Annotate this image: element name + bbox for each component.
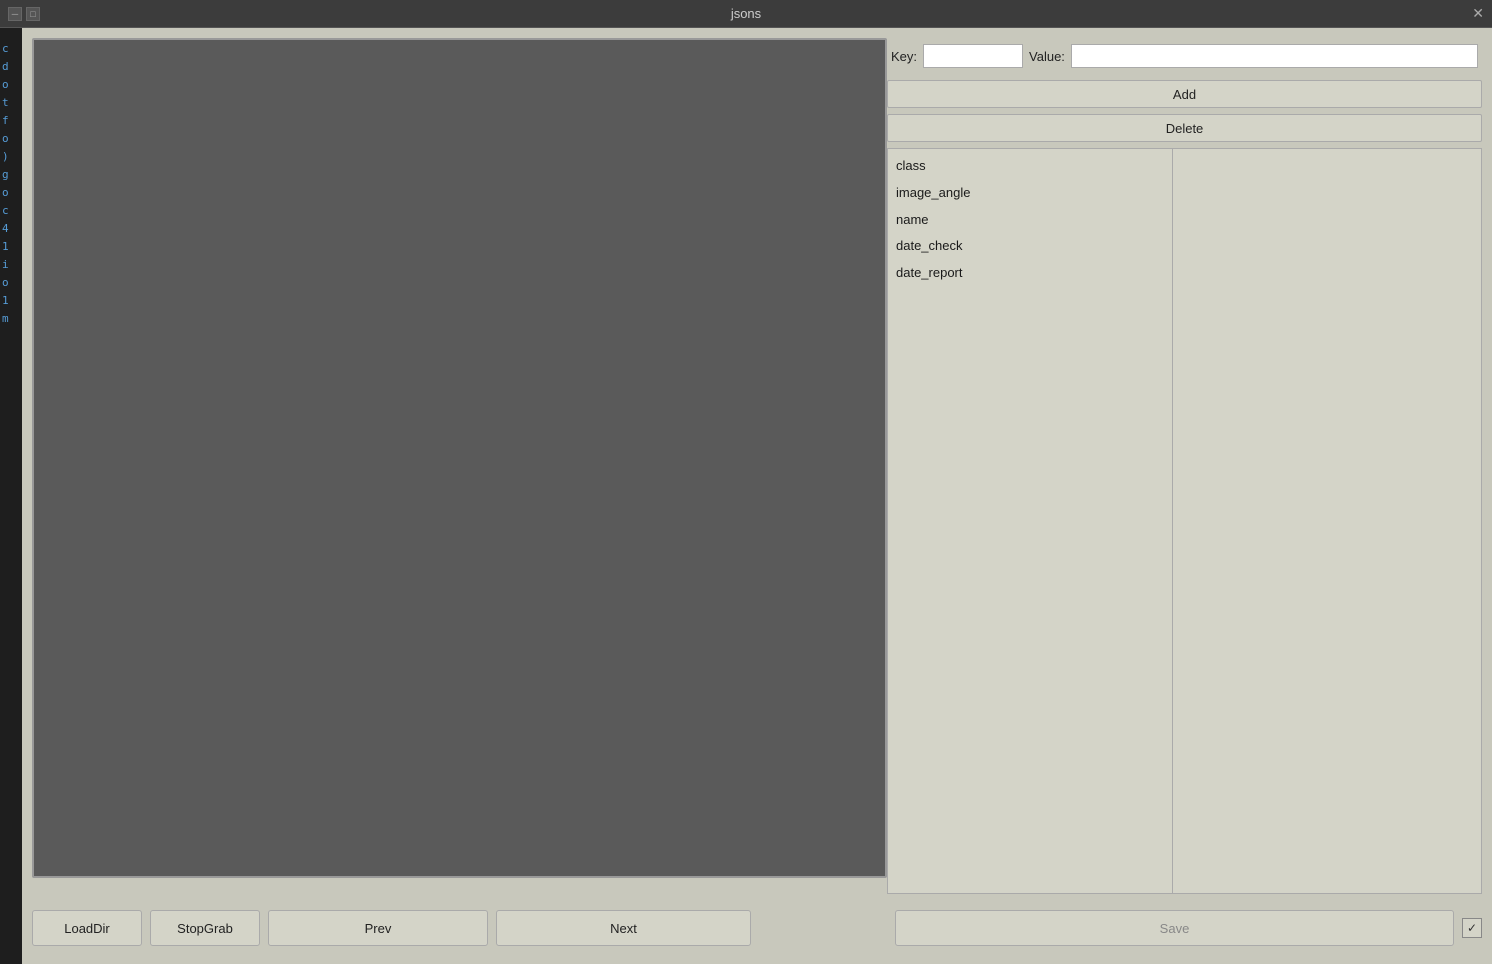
outer-layout: Key: Value: Add Delete classimage_anglen… bbox=[32, 38, 1482, 894]
maximize-button[interactable]: □ bbox=[26, 7, 40, 21]
value-label: Value: bbox=[1029, 49, 1065, 64]
kv-row: Key: Value: bbox=[887, 38, 1482, 74]
value-input[interactable] bbox=[1071, 44, 1478, 68]
next-button[interactable]: Next bbox=[496, 910, 751, 946]
window-title: jsons bbox=[731, 6, 761, 21]
left-section bbox=[32, 38, 887, 894]
list-item[interactable]: date_check bbox=[888, 233, 1172, 260]
title-bar: ─ □ jsons ✕ bbox=[0, 0, 1492, 28]
right-bottom-buttons: Save ✓ bbox=[895, 910, 1482, 946]
delete-button[interactable]: Delete bbox=[887, 114, 1482, 142]
add-button[interactable]: Add bbox=[887, 80, 1482, 108]
left-bottom-buttons: LoadDir StopGrab Prev Next bbox=[32, 910, 887, 946]
keys-list: classimage_anglenamedate_checkdate_repor… bbox=[888, 149, 1173, 893]
list-item[interactable]: class bbox=[888, 153, 1172, 180]
values-panel bbox=[1173, 149, 1481, 893]
bottom-row: LoadDir StopGrab Prev Next Save ✓ bbox=[32, 902, 1482, 954]
save-checkbox[interactable]: ✓ bbox=[1462, 918, 1482, 938]
stopgrab-button[interactable]: StopGrab bbox=[150, 910, 260, 946]
list-item[interactable]: image_angle bbox=[888, 180, 1172, 207]
close-button[interactable]: ✕ bbox=[1472, 5, 1484, 22]
list-item[interactable]: date_report bbox=[888, 260, 1172, 287]
keys-list-panel: classimage_anglenamedate_checkdate_repor… bbox=[887, 148, 1482, 894]
checkbox-check-icon: ✓ bbox=[1467, 921, 1477, 935]
save-button[interactable]: Save bbox=[895, 910, 1454, 946]
prev-button[interactable]: Prev bbox=[268, 910, 488, 946]
code-background: cdotfo)goc41io1m bbox=[0, 28, 22, 964]
minimize-button[interactable]: ─ bbox=[8, 7, 22, 21]
main-content: Key: Value: Add Delete classimage_anglen… bbox=[22, 28, 1492, 964]
key-label: Key: bbox=[891, 49, 917, 64]
key-input[interactable] bbox=[923, 44, 1023, 68]
list-item[interactable]: name bbox=[888, 207, 1172, 234]
code-lines: cdotfo)goc41io1m bbox=[0, 28, 22, 340]
right-section: Key: Value: Add Delete classimage_anglen… bbox=[887, 38, 1482, 894]
title-bar-controls: ─ □ bbox=[8, 7, 40, 21]
image-panel bbox=[32, 38, 887, 878]
loaddir-button[interactable]: LoadDir bbox=[32, 910, 142, 946]
